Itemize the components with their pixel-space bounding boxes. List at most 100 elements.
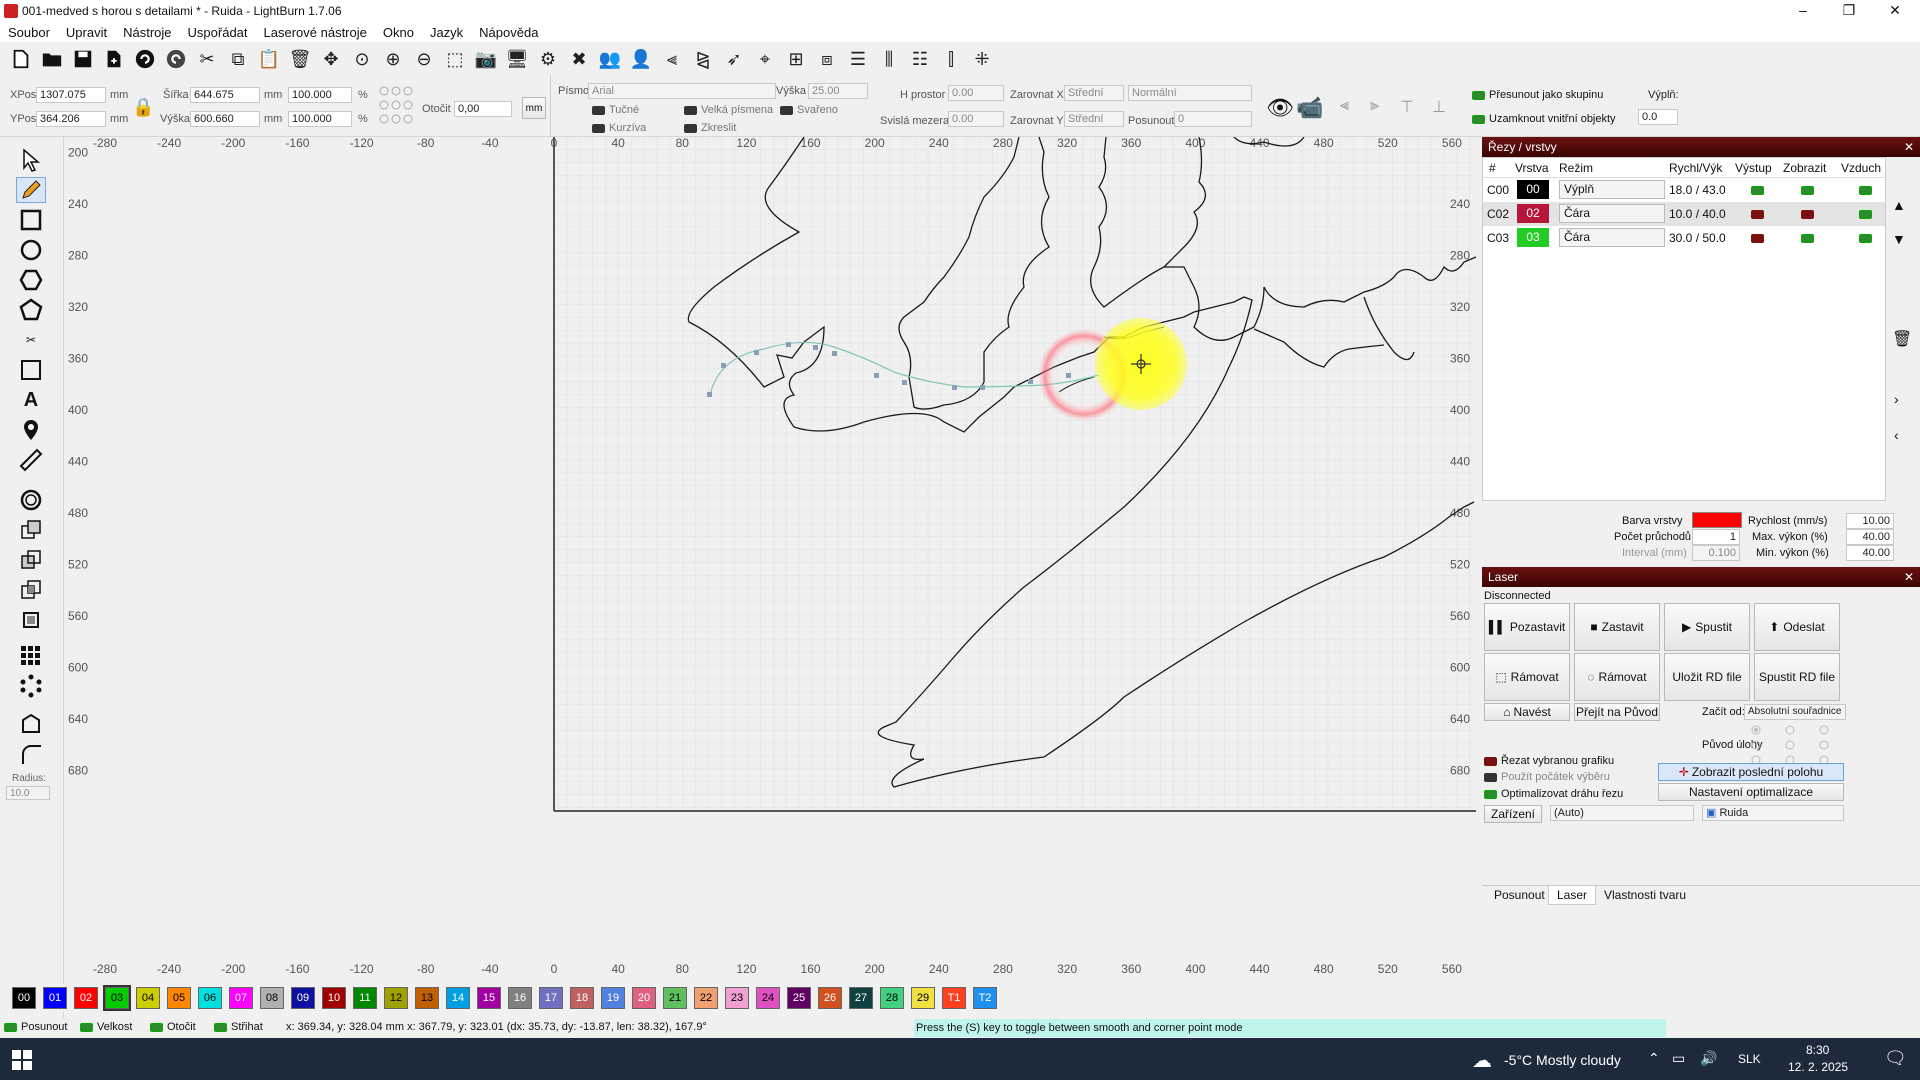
palette-swatch-05[interactable]: 05 [167,987,191,1009]
layers-close-icon[interactable]: ✕ [1904,137,1914,157]
tab-move[interactable]: Posunout [1486,888,1553,902]
weather-cloud-icon[interactable]: ☁ [1472,1048,1492,1073]
status-rotate-toggle[interactable]: Otočit [150,1021,196,1033]
move-layer-down-icon[interactable]: ▼ [1892,231,1906,247]
palette-swatch-27[interactable]: 27 [849,987,873,1009]
palette-swatch-17[interactable]: 17 [539,987,563,1009]
notifications-icon[interactable]: 🗨 [1884,1048,1907,1069]
air-toggle[interactable] [1859,234,1872,243]
scissors-icon[interactable]: ✂ [16,327,46,353]
keyboard-language[interactable]: SLK [1738,1052,1761,1066]
alignx-select[interactable]: Střední [1064,85,1124,101]
palette-swatch-18[interactable]: 18 [570,987,594,1009]
delete-layer-icon[interactable]: 🗑 [1892,329,1912,349]
run-rd-file-button[interactable]: Spustit RD file [1754,653,1840,701]
show-toggle[interactable] [1801,186,1814,195]
tray-chevron-icon[interactable]: ⌃ [1648,1050,1660,1067]
layer-color-swatch[interactable]: 03 [1517,228,1549,247]
distribute-horizontal-icon[interactable]: ⫿ [938,46,964,72]
interval-input[interactable]: 0.100 [1692,545,1740,561]
rectangle-icon[interactable] [16,207,46,233]
layer-mode-select[interactable]: Čára [1559,204,1665,223]
layer-color-swatch[interactable]: 02 [1517,204,1549,223]
xpos-input[interactable]: 1307.075 [36,87,106,103]
palette-swatch-24[interactable]: 24 [756,987,780,1009]
aligny-select[interactable]: Střední [1064,111,1124,127]
use-selection-origin-toggle[interactable]: Použít počátek výběru [1484,771,1610,783]
tab-shape-properties[interactable]: Vlastnosti tvaru [1596,888,1694,902]
save-as-icon[interactable] [101,46,127,72]
offset-input[interactable]: 0 [1174,111,1252,127]
edit-nodes-pencil-icon[interactable] [16,177,46,203]
palette-swatch-16[interactable]: 16 [508,987,532,1009]
start-button[interactable]: ▶ Spustit [1664,603,1750,651]
open-folder-icon[interactable] [39,46,65,72]
zoom-in-icon[interactable]: ⊕ [380,46,406,72]
save-rd-file-button[interactable]: Uložit RD file [1664,653,1750,701]
unit-mm-button[interactable]: mm [522,97,546,119]
tabs-icon[interactable] [16,711,46,737]
mirror-horizontal-icon[interactable]: ⧎ [690,46,716,72]
menu-language[interactable]: Jazyk [422,25,471,40]
measure-ruler-icon[interactable] [16,447,46,473]
palette-swatch-23[interactable]: 23 [725,987,749,1009]
collapse-left-icon[interactable]: ‹ [1894,427,1899,443]
status-shear-toggle[interactable]: Střihat [214,1021,263,1033]
vspace-input[interactable]: 0.00 [948,111,1004,127]
move-as-group-toggle[interactable]: Přesunout jako skupinu [1472,89,1603,101]
pause-button[interactable]: ▌▌ Pozastavit [1484,603,1570,651]
boolean-subtract-icon[interactable] [16,547,46,573]
palette-swatch-11[interactable]: 11 [353,987,377,1009]
cut-selected-toggle[interactable]: Řezat vybranou grafiku [1484,755,1614,767]
group-icon[interactable]: 👥 [597,46,623,72]
menu-help[interactable]: Nápověda [471,25,546,40]
palette-swatch-26[interactable]: 26 [818,987,842,1009]
show-toggle[interactable] [1801,234,1814,243]
palette-swatch-20[interactable]: 20 [632,987,656,1009]
menu-edit[interactable]: Upravit [58,25,115,40]
rotate-input[interactable]: 0,00 [454,101,512,117]
minimize-button[interactable]: – [1780,0,1826,22]
frame-circle-button[interactable]: ◌ Rámovat [1574,653,1660,701]
status-size-toggle[interactable]: Velkost [80,1021,132,1033]
welded-toggle[interactable]: Svařeno [780,104,838,116]
polygon-icon[interactable] [16,267,46,293]
tab-laser[interactable]: Laser [1548,886,1597,905]
zoom-out-icon[interactable]: ⊖ [411,46,437,72]
caps-toggle[interactable]: Velká písmena [684,104,773,116]
align-middle-icon[interactable]: ⫼ [876,46,902,72]
devices-button[interactable]: Zařízení [1484,805,1542,823]
paste-icon[interactable]: 📋 [256,46,282,72]
clock-date[interactable]: 12. 2. 2025 [1788,1060,1848,1074]
menu-window[interactable]: Okno [375,25,422,40]
layer-row[interactable]: C03 03 Čára 30.0 / 50.0 [1483,226,1885,250]
palette-swatch-08[interactable]: 08 [260,987,284,1009]
monitor-icon[interactable]: 🖥 [504,46,530,72]
expand-right-icon[interactable]: › [1894,391,1899,407]
italic-toggle[interactable]: Kurzíva [592,122,646,134]
redo-icon[interactable] [163,46,189,72]
show-last-position-button[interactable]: ✛ Zobrazit poslední polohu [1658,763,1844,781]
position-pin-icon[interactable] [16,417,46,443]
optimize-cut-path-toggle[interactable]: Optimalizovat dráhu řezu [1484,788,1623,800]
laser-close-icon[interactable]: ✕ [1904,567,1914,587]
palette-swatch-13[interactable]: 13 [415,987,439,1009]
align-left-icon[interactable]: ⫷ [659,46,685,72]
device-select[interactable]: ▣ Ruida [1702,805,1844,821]
menu-arrange[interactable]: Uspořádat [180,25,256,40]
output-toggle[interactable] [1751,210,1764,219]
layer-color-button[interactable] [1692,512,1742,528]
layer-mode-select[interactable]: Výplň [1559,180,1665,199]
distribute-icon[interactable]: ⧈ [814,46,840,72]
port-select[interactable]: (Auto) [1550,805,1694,821]
menu-laser-tools[interactable]: Laserové nástroje [256,25,375,40]
air-toggle[interactable] [1859,186,1872,195]
layer-row[interactable]: C00 00 Výplň 18.0 / 43.0 [1483,178,1885,202]
optimization-settings-button[interactable]: Nastavení optimalizace [1658,783,1844,801]
job-origin-selector[interactable] [1750,725,1830,765]
frame-button[interactable]: ⬚ Rámovat [1484,653,1570,701]
palette-swatch-25[interactable]: 25 [787,987,811,1009]
palette-swatch-28[interactable]: 28 [880,987,904,1009]
menu-tools[interactable]: Nástroje [115,25,179,40]
font-select[interactable]: Arial [588,83,776,99]
